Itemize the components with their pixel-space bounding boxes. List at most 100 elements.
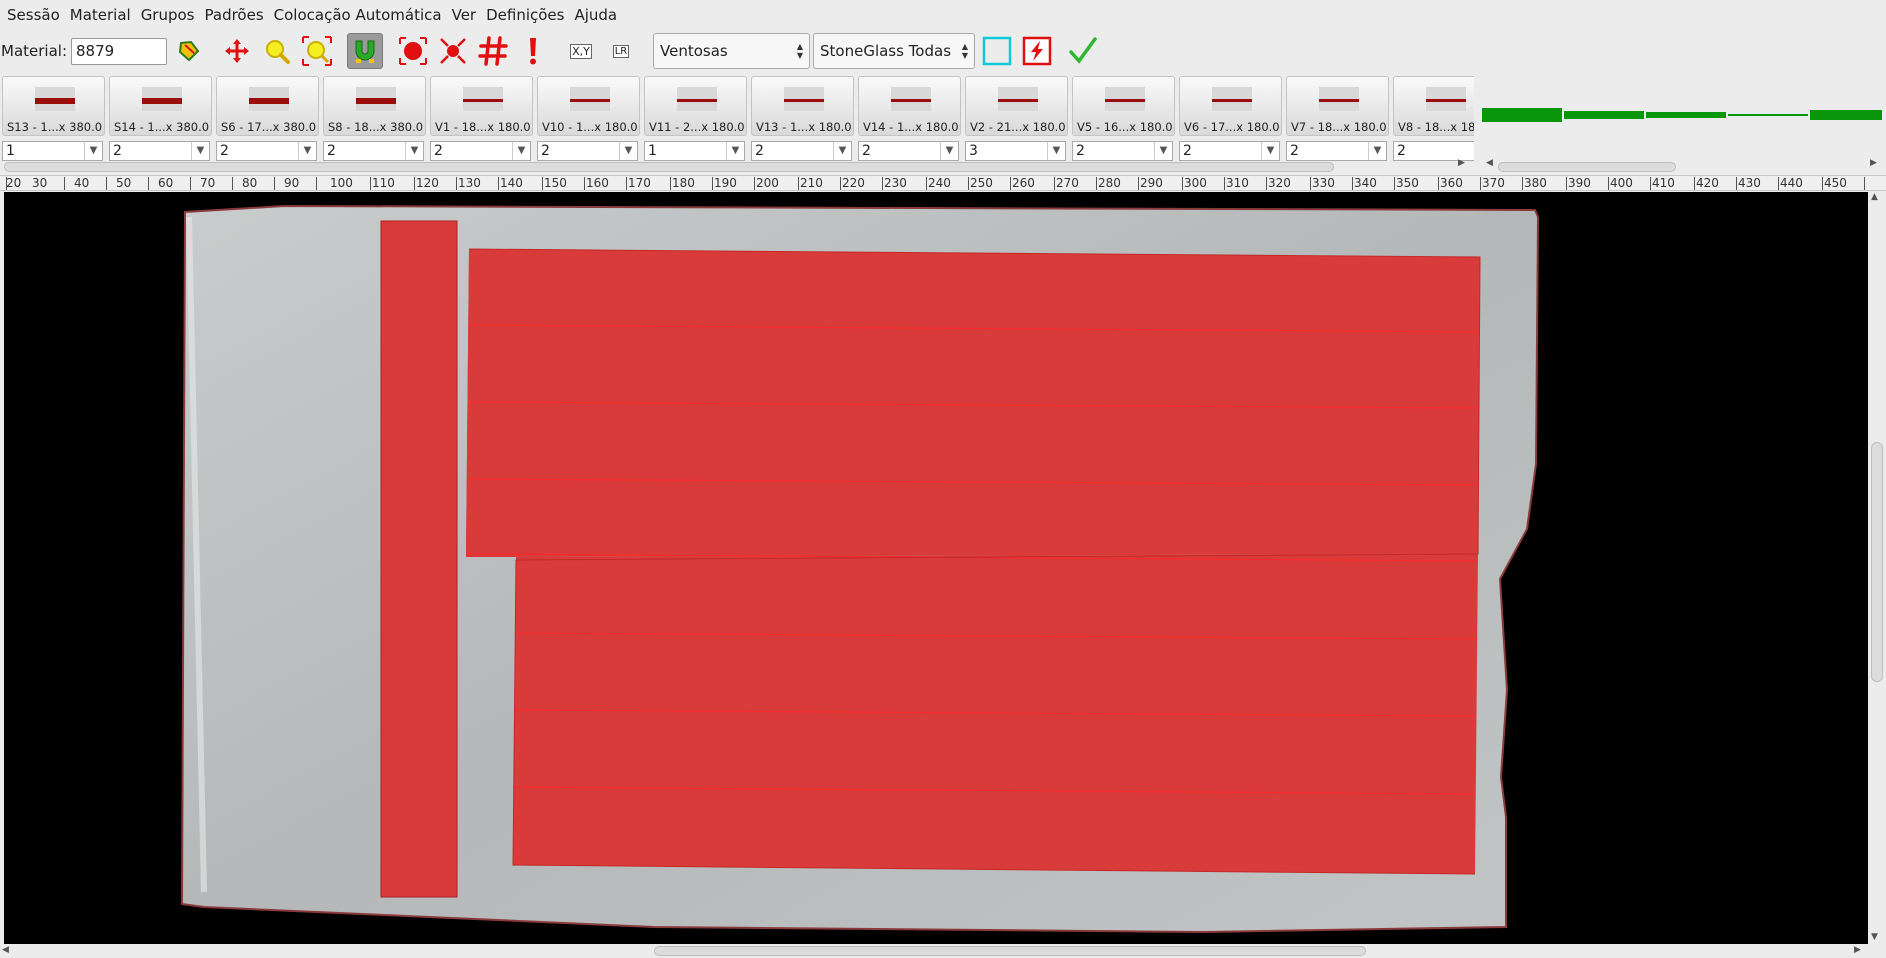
scroll-down-arrow-icon[interactable]: ▼ bbox=[1871, 932, 1878, 942]
ruler-tick-label: 180 bbox=[672, 176, 695, 190]
part-tile[interactable]: V10 - 1...x 180.0 2 ▼ bbox=[535, 75, 640, 165]
menu-colocacao-automatica[interactable]: Colocação Automática bbox=[269, 0, 447, 30]
horizontal-scrollbar[interactable]: ◀ ▶ bbox=[0, 944, 1886, 958]
part-thumbnail[interactable]: S14 - 1...x 380.0 bbox=[109, 76, 212, 136]
part-thumbnail[interactable]: V1 - 18...x 180.0 bbox=[430, 76, 533, 136]
material-input[interactable] bbox=[71, 37, 167, 65]
menu-grupos[interactable]: Grupos bbox=[136, 0, 200, 30]
part-tile[interactable]: V8 - 18...x 18 2▼ bbox=[1391, 75, 1474, 165]
part-tile[interactable]: V1 - 18...x 180.0 2 ▼ bbox=[428, 75, 533, 165]
part-tile[interactable]: S6 - 17...x 380.0 2 ▼ bbox=[214, 75, 319, 165]
part-thumbnail[interactable]: S13 - 1...x 380.0 bbox=[2, 76, 105, 136]
menu-sessao[interactable]: Sessão bbox=[2, 0, 65, 30]
part-quantity-select[interactable]: 2▼ bbox=[109, 141, 210, 161]
menu-definicoes[interactable]: Definições bbox=[481, 0, 569, 30]
slab-layout[interactable] bbox=[4, 192, 1868, 944]
part-tile[interactable]: V2 - 21...x 180.0 3 ▼ bbox=[963, 75, 1068, 165]
part-tile[interactable]: V14 - 1...x 180.0 2 ▼ bbox=[856, 75, 961, 165]
material-pick-button[interactable] bbox=[171, 33, 207, 69]
quantity-value: 2 bbox=[1076, 143, 1085, 159]
part-quantity-select[interactable]: 2▼ bbox=[430, 141, 531, 161]
part-tile[interactable]: S14 - 1...x 380.0 2 ▼ bbox=[107, 75, 212, 165]
part-thumbnail[interactable]: V14 - 1...x 180.0 bbox=[858, 76, 961, 136]
dropdown-arrow-icon: ▼ bbox=[726, 142, 744, 160]
part-quantity-select[interactable]: 1 ▼ bbox=[644, 141, 745, 161]
part-quantity-select[interactable]: 1 ▼ bbox=[2, 141, 103, 161]
ruler-tick-label: 250 bbox=[970, 176, 993, 190]
ruler-tick-label: 60 bbox=[158, 176, 174, 190]
part-tile[interactable]: V11 - 2...x 180.0 1 ▼ bbox=[642, 75, 747, 165]
menu-ver[interactable]: Ver bbox=[447, 0, 482, 30]
part-thumbnail[interactable]: V13 - 1...x 180.0 bbox=[751, 76, 854, 136]
placed-piece[interactable] bbox=[513, 554, 1478, 874]
warning-button[interactable] bbox=[515, 33, 551, 69]
scroll-right-arrow-icon[interactable]: ▶ bbox=[1870, 158, 1877, 168]
move-button[interactable] bbox=[219, 33, 255, 69]
part-thumbnail[interactable]: S6 - 17...x 380.0 bbox=[216, 76, 319, 136]
scroll-right-arrow-icon[interactable]: ▶ bbox=[1854, 945, 1861, 955]
xy-button[interactable]: X,Y bbox=[563, 33, 599, 69]
scroll-up-arrow-icon[interactable]: ▲ bbox=[1871, 192, 1878, 202]
part-thumbnail[interactable]: V11 - 2...x 180.0 bbox=[644, 76, 747, 136]
cut-button[interactable] bbox=[1019, 33, 1055, 69]
part-thumbnail[interactable]: V10 - 1...x 180.0 bbox=[537, 76, 640, 136]
part-quantity-select[interactable]: 2▼ bbox=[323, 141, 424, 161]
dropdown-arrow-icon: ▼ bbox=[833, 142, 851, 160]
part-quantity-select[interactable]: 2▼ bbox=[751, 141, 852, 161]
level-scrollbar[interactable] bbox=[1498, 162, 1676, 172]
quantity-value: 3 bbox=[969, 143, 978, 159]
move-arrows-icon bbox=[225, 39, 249, 63]
part-tile[interactable]: V13 - 1...x 180.0 2 ▼ bbox=[749, 75, 854, 165]
center-button[interactable] bbox=[435, 33, 471, 69]
menu-ajuda[interactable]: Ajuda bbox=[569, 0, 622, 30]
part-tile[interactable]: V6 - 17...x 180.0 2 ▼ bbox=[1177, 75, 1282, 165]
part-quantity-select[interactable]: 2▼ bbox=[537, 141, 638, 161]
nesting-canvas[interactable] bbox=[4, 192, 1868, 944]
magnet-button[interactable] bbox=[347, 33, 383, 69]
part-tile[interactable]: S13 - 1...x 380.0 1 ▼ bbox=[0, 75, 105, 165]
ruler-tick-label: 130 bbox=[458, 176, 481, 190]
part-caption: V5 - 16...x 180.0 bbox=[1077, 120, 1173, 134]
menu-padroes[interactable]: Padrões bbox=[200, 0, 269, 30]
part-thumbnail[interactable]: S8 - 18...x 380.0 bbox=[323, 76, 426, 136]
part-thumbnail[interactable]: V7 - 18...x 180.0 bbox=[1286, 76, 1389, 136]
part-tile[interactable]: V7 - 18...x 180.0 2 ▼ bbox=[1284, 75, 1389, 165]
quantity-value: 2 bbox=[1290, 143, 1299, 159]
part-thumbnail[interactable]: V5 - 16...x 180.0 bbox=[1072, 76, 1175, 136]
part-quantity-select[interactable]: 2▼ bbox=[1072, 141, 1173, 161]
machine-select[interactable]: StoneGlass Todas ▲ ▼ bbox=[813, 33, 975, 69]
lr-button[interactable]: LR bbox=[603, 33, 639, 69]
part-quantity-select[interactable]: 2▼ bbox=[1286, 141, 1387, 161]
horizontal-scroll-thumb[interactable] bbox=[654, 946, 1366, 956]
scroll-right-arrow-icon[interactable]: ▶ bbox=[1458, 158, 1465, 168]
grid-button[interactable] bbox=[475, 33, 511, 69]
dropdown-arrow-icon: ▼ bbox=[1047, 142, 1065, 160]
scroll-left-arrow-icon[interactable]: ◀ bbox=[2, 945, 9, 955]
confirm-button[interactable] bbox=[1065, 33, 1101, 69]
lightning-icon bbox=[1022, 36, 1052, 66]
zoom-fit-button[interactable] bbox=[299, 33, 335, 69]
part-thumbnail[interactable]: V8 - 18...x 18 bbox=[1393, 76, 1474, 136]
part-tile[interactable]: S8 - 18...x 380.0 2 ▼ bbox=[321, 75, 426, 165]
placed-piece[interactable] bbox=[380, 220, 458, 898]
menu-material[interactable]: Material bbox=[65, 0, 136, 30]
select-piece-button[interactable] bbox=[395, 33, 431, 69]
part-quantity-select[interactable]: 2▼ bbox=[1179, 141, 1280, 161]
dropdown-arrow-icon: ▼ bbox=[1154, 142, 1172, 160]
part-thumbnail[interactable]: V6 - 17...x 180.0 bbox=[1179, 76, 1282, 136]
vertical-scroll-thumb[interactable] bbox=[1871, 442, 1883, 682]
part-caption: V2 - 21...x 180.0 bbox=[970, 120, 1066, 134]
suction-select[interactable]: Ventosas ▲ ▼ bbox=[653, 33, 810, 69]
part-thumbnail[interactable]: V2 - 21...x 180.0 bbox=[965, 76, 1068, 136]
part-quantity-select[interactable]: 3 ▼ bbox=[965, 141, 1066, 161]
part-quantity-select[interactable]: 2▼ bbox=[216, 141, 317, 161]
scroll-left-arrow-icon[interactable]: ◀ bbox=[1486, 158, 1493, 168]
zoom-button[interactable] bbox=[259, 33, 295, 69]
ruler-tick-label: 100 bbox=[330, 176, 353, 190]
part-quantity-select[interactable]: 2▼ bbox=[858, 141, 959, 161]
parts-scrollbar[interactable] bbox=[4, 162, 1334, 172]
part-tile[interactable]: V5 - 16...x 180.0 2 ▼ bbox=[1070, 75, 1175, 165]
vertical-scrollbar[interactable]: ▲ ▼ bbox=[1868, 192, 1886, 944]
ruler-tick-label: 110 bbox=[372, 176, 395, 190]
outline-button[interactable] bbox=[979, 33, 1015, 69]
